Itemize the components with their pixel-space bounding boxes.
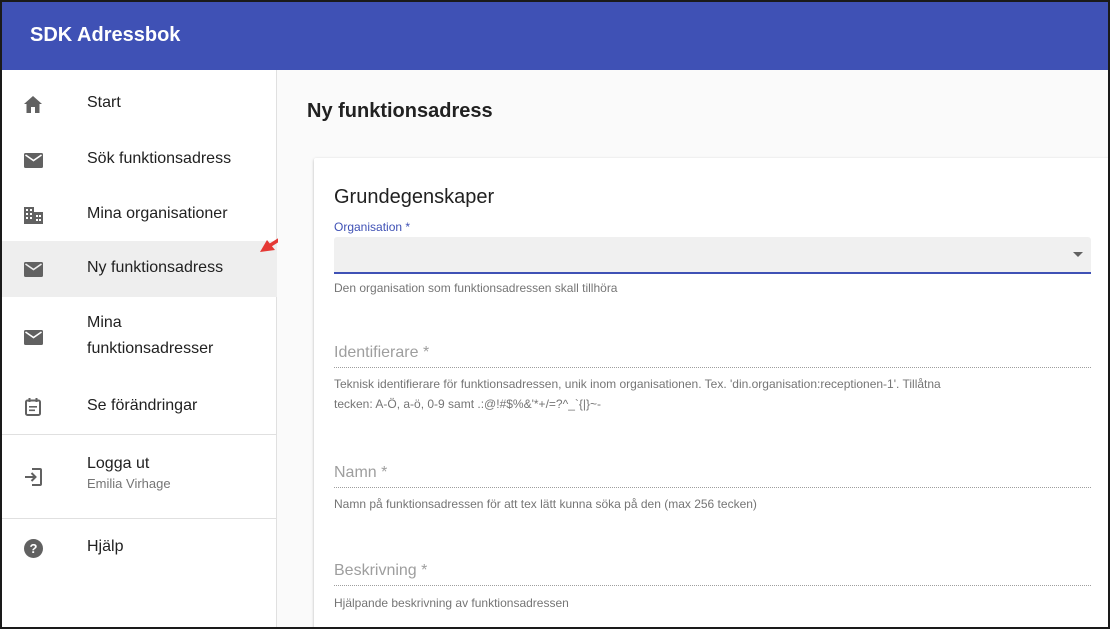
app-window: SDK Adressbok Start Sök funktionsadress … [0,0,1110,629]
event-note-icon [22,396,44,418]
sidebar-item-label: Se förändringar [87,397,198,414]
sidebar-item-label: Sök funktionsadress [87,150,232,167]
sidebar-item-ny-funktionsadress[interactable]: Ny funktionsadress [2,241,277,297]
sidebar-item-mina-organisationer[interactable]: Mina organisationer [2,187,277,243]
organisation-label: Organisation * [334,220,411,234]
organisation-hint: Den organisation som funktionsadressen s… [334,281,618,295]
sidebar-item-sok-funktionsadress[interactable]: Sök funktionsadress [2,132,277,188]
main-content: Ny funktionsadress Grundegenskaper Organ… [278,70,1108,627]
home-icon [22,93,44,115]
identifierare-hint-line2: tecken: A-Ö, a-ö, 0-9 samt .:@!#$%&'*+/=… [334,397,602,411]
identifierare-hint-line1: Teknisk identifierare för funktionsadres… [334,377,941,391]
namn-placeholder: Namn * [334,464,388,481]
sidebar-item-label: Mina funktionsadresser [87,310,213,362]
app-title: SDK Adressbok [30,24,181,46]
identifierare-field[interactable]: Identifierare * [334,338,1091,368]
sidebar-item-hjalp[interactable]: ? Hjälp [2,520,277,576]
sidebar-item-start[interactable]: Start [2,76,277,132]
sidebar-item-label: Ny funktionsadress [87,259,224,276]
svg-text:?: ? [29,541,37,556]
dropdown-arrow-icon [1073,252,1083,257]
page-title: Ny funktionsadress [307,100,493,122]
sidebar-item-label-line2: funktionsadresser [87,340,214,357]
namn-field[interactable]: Namn * [334,458,1091,488]
beskrivning-field[interactable]: Beskrivning * [334,556,1091,586]
business-icon [22,204,44,226]
identifierare-hint: Teknisk identifierare för funktionsadres… [334,374,1104,414]
sidebar-item-mina-funktionsadresser[interactable]: Mina funktionsadresser [2,302,277,372]
sidebar-item-label: Logga ut Emilia Virhage [87,453,171,493]
beskrivning-placeholder: Beskrivning * [334,562,428,579]
sidebar-item-label: Hjälp [87,538,124,555]
logout-label: Logga ut [87,455,150,472]
sidebar-item-se-forandringar[interactable]: Se förändringar [2,379,277,435]
sidebar-item-label: Start [87,94,121,111]
form-card: Grundegenskaper Organisation * Den organ… [314,158,1108,627]
sidebar-divider [2,434,277,435]
beskrivning-hint: Hjälpande beskrivning av funktionsadress… [334,596,569,610]
logout-icon [22,466,44,488]
sidebar-divider [2,518,277,519]
mail-icon [22,258,44,280]
sidebar-item-logga-ut[interactable]: Logga ut Emilia Virhage [2,444,277,508]
user-name: Emilia Virhage [87,476,171,491]
sidebar: Start Sök funktionsadress Mina organisat… [2,70,277,627]
identifierare-placeholder: Identifierare * [334,344,430,361]
organisation-select[interactable] [334,237,1091,274]
section-title: Grundegenskaper [334,186,495,208]
sidebar-item-label: Mina organisationer [87,205,228,222]
app-bar: SDK Adressbok [2,2,1108,70]
help-icon: ? [22,537,44,559]
mail-icon [22,149,44,171]
sidebar-item-label-line1: Mina [87,314,122,331]
mail-icon [22,326,44,348]
namn-hint: Namn på funktionsadressen för att tex lä… [334,497,757,511]
